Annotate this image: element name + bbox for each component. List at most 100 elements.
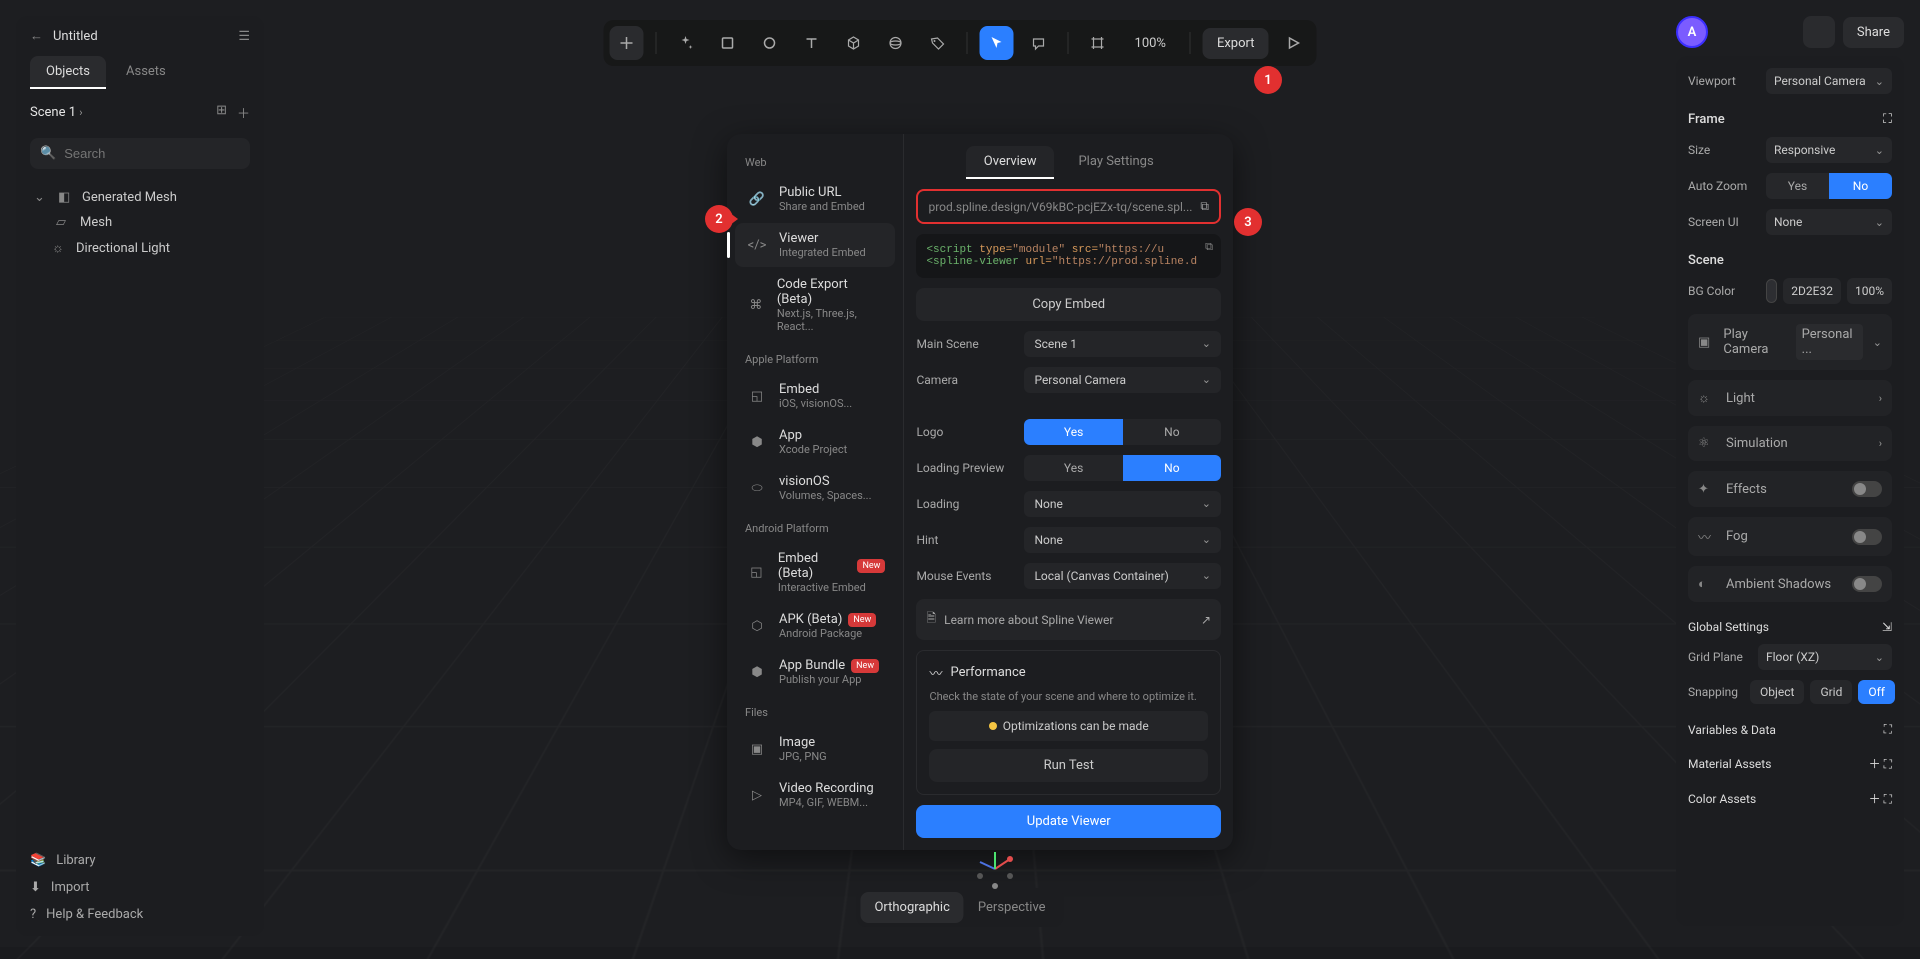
tree-item-directional-light[interactable]: ☼ Directional Light (30, 235, 250, 261)
doc-title[interactable]: Untitled (53, 29, 228, 44)
import-button[interactable]: ⬇Import (30, 880, 250, 895)
back-icon[interactable]: ← (30, 28, 43, 44)
export-video[interactable]: ▷ Video RecordingMP4, GIF, WEBM... (735, 773, 895, 817)
menu-icon[interactable]: ☰ (238, 29, 250, 44)
left-header: ← Untitled ☰ (16, 16, 264, 56)
effects-row[interactable]: ✦Effects (1688, 471, 1892, 507)
perspective-button[interactable]: Perspective (964, 892, 1060, 923)
cursor-tool-icon[interactable] (980, 26, 1014, 60)
hint-select[interactable]: None⌄ (1024, 527, 1221, 553)
sphere-tool-icon[interactable] (879, 26, 913, 60)
bg-color-swatch[interactable] (1766, 279, 1777, 303)
copy-code-icon[interactable]: ⧉ (1205, 242, 1213, 254)
search-box[interactable]: 🔍 (30, 138, 250, 169)
export-public-url[interactable]: 🔗 Public URLShare and Embed (735, 177, 895, 221)
ambient-shadows-row[interactable]: ◐Ambient Shadows (1688, 566, 1892, 602)
scene-label[interactable]: Scene 1 › (30, 105, 83, 120)
effects-icon: ✦ (1698, 482, 1716, 497)
export-viewer[interactable]: </> ViewerIntegrated Embed (735, 223, 895, 267)
add-button[interactable] (610, 26, 644, 60)
avatar[interactable]: A (1676, 16, 1708, 48)
embed-code[interactable]: <script type="module" src="https://u <sp… (916, 234, 1221, 278)
size-select[interactable]: Responsive⌄ (1766, 137, 1892, 163)
light-row[interactable]: ☼Light› (1688, 380, 1892, 416)
export-app[interactable]: ⬢ AppXcode Project (735, 420, 895, 464)
copy-url-icon[interactable]: ⧉ (1200, 199, 1209, 214)
tab-objects[interactable]: Objects (30, 56, 106, 89)
simulation-row[interactable]: ⚛Simulation› (1688, 426, 1892, 461)
export-image[interactable]: ▣ ImageJPG, PNG (735, 727, 895, 771)
run-test-button[interactable]: Run Test (929, 749, 1208, 782)
chevron-down-icon[interactable]: ⌄ (34, 190, 50, 205)
camera-select[interactable]: Personal Camera⌄ (1024, 367, 1221, 393)
expand-icon[interactable]: ⛶ (1884, 757, 1892, 771)
tab-play-settings[interactable]: Play Settings (1060, 146, 1171, 179)
learn-more-link[interactable]: 🗎 Learn more about Spline Viewer ↗ (916, 599, 1221, 640)
export-visionos[interactable]: ⬭ visionOSVolumes, Spaces... (735, 466, 895, 510)
copy-embed-button[interactable]: Copy Embed (916, 288, 1221, 321)
screenui-select[interactable]: None⌄ (1766, 209, 1892, 235)
bundle-icon: ⬢ (745, 660, 769, 684)
tab-assets[interactable]: Assets (110, 56, 182, 89)
left-tabs: Objects Assets (16, 56, 264, 89)
tree-item-mesh[interactable]: ▱ Mesh (30, 210, 250, 235)
search-icon: 🔍 (40, 146, 56, 161)
snap-object[interactable]: Object (1750, 680, 1804, 704)
play-button[interactable] (1276, 26, 1310, 60)
tag-tool-icon[interactable] (921, 26, 955, 60)
library-button[interactable]: 📚Library (30, 853, 250, 868)
help-button[interactable]: ?Help & Feedback (30, 907, 250, 922)
bg-color-alpha[interactable]: 100% (1847, 278, 1892, 304)
bg-color-hex[interactable]: 2D2E32 (1783, 278, 1841, 304)
export-embed-apple[interactable]: ◱ EmbediOS, visionOS... (735, 374, 895, 418)
fog-row[interactable]: 〰Fog (1688, 517, 1892, 556)
add-icon[interactable]: ＋ (1869, 757, 1881, 771)
left-footer: 📚Library ⬇Import ?Help & Feedback (16, 839, 264, 936)
expand-icon[interactable]: ⛶ (1884, 722, 1892, 737)
invite-icon[interactable] (1803, 16, 1835, 48)
text-tool-icon[interactable] (795, 26, 829, 60)
mouse-events-select[interactable]: Local (Canvas Container)⌄ (1024, 563, 1221, 589)
tab-overview[interactable]: Overview (966, 146, 1055, 179)
tree-item-generated-mesh[interactable]: ⌄ ◧ Generated Mesh (30, 185, 250, 210)
export-code[interactable]: ⌘ Code Export (Beta)Next.js, Three.js, R… (735, 269, 895, 341)
export-button[interactable]: Export (1203, 28, 1269, 59)
circle-tool-icon[interactable] (753, 26, 787, 60)
frame-tool-icon[interactable] (1081, 26, 1115, 60)
loading-select[interactable]: None⌄ (1024, 491, 1221, 517)
play-camera-row[interactable]: ▣ Play Camera Personal ... ⌄ (1688, 314, 1892, 370)
search-input[interactable] (64, 146, 240, 161)
export-apk[interactable]: ⬡ APK (Beta)NewAndroid Package (735, 604, 895, 648)
ai-tool-icon[interactable] (669, 26, 703, 60)
main-scene-select[interactable]: Scene 1⌄ (1024, 331, 1221, 357)
fog-switch[interactable] (1852, 529, 1882, 545)
snap-off[interactable]: Off (1858, 680, 1895, 704)
update-viewer-button[interactable]: Update Viewer (916, 805, 1221, 838)
add-icon[interactable]: ＋ (1869, 792, 1881, 806)
shadows-switch[interactable] (1852, 576, 1882, 592)
settings-expand-icon[interactable]: ⇲ (1882, 620, 1892, 634)
material-assets-section[interactable]: Material Assets＋ ⛶ (1688, 747, 1892, 772)
color-assets-section[interactable]: Color Assets＋ ⛶ (1688, 782, 1892, 807)
add-scene-icon[interactable]: ＋ (237, 103, 250, 122)
snap-grid[interactable]: Grid (1810, 680, 1852, 704)
grid-view-icon[interactable]: ⊞ (216, 103, 227, 122)
orthographic-button[interactable]: Orthographic (860, 892, 963, 923)
autozoom-toggle[interactable]: Yes No (1766, 173, 1892, 199)
variables-section[interactable]: Variables & Data⛶ (1688, 714, 1892, 737)
export-embed-android[interactable]: ◱ Embed (Beta)NewInteractive Embed (735, 543, 895, 602)
viewport-select[interactable]: Personal Camera⌄ (1766, 68, 1892, 94)
zoom-level[interactable]: 100% (1123, 36, 1178, 51)
orientation-gizmo[interactable] (970, 844, 1020, 894)
cube-tool-icon[interactable] (837, 26, 871, 60)
expand-icon[interactable]: ⛶ (1883, 112, 1892, 127)
gridplane-select[interactable]: Floor (XZ)⌄ (1758, 644, 1892, 670)
share-button[interactable]: Share (1843, 17, 1904, 48)
expand-icon[interactable]: ⛶ (1884, 792, 1892, 806)
comment-tool-icon[interactable] (1022, 26, 1056, 60)
rectangle-tool-icon[interactable] (711, 26, 745, 60)
light-icon: ☼ (52, 240, 68, 256)
viewer-url-box[interactable]: prod.spline.design/V69kBC-pcjEZx-tq/scen… (916, 189, 1221, 224)
export-app-bundle[interactable]: ⬢ App BundleNewPublish your App (735, 650, 895, 694)
effects-switch[interactable] (1852, 481, 1882, 497)
